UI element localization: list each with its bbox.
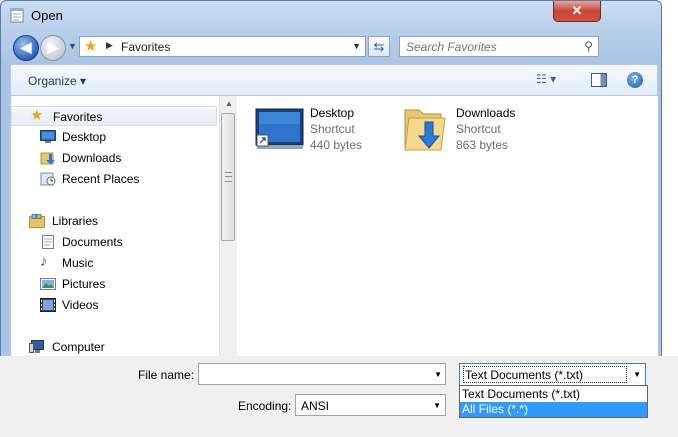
forward-arrow-icon: ▶ [47,39,59,55]
encoding-dropdown-icon[interactable]: ▼ [433,401,441,410]
downloads-folder-icon [404,109,446,151]
back-button[interactable]: ◀ [13,35,39,61]
desktop-icon [40,130,56,143]
file-size: 863 bytes [456,138,509,152]
back-arrow-icon: ◀ [20,39,32,55]
computer-icon [29,340,44,353]
close-icon: ✕ [571,3,583,18]
search-box[interactable]: ⚲ [399,36,599,57]
breadcrumb-favorites[interactable]: Favorites [121,40,170,54]
change-view-icon[interactable]: ☷ ▾ [536,72,566,88]
notepad-icon [10,8,24,23]
file-size: 440 bytes [310,138,363,152]
file-type-option-all-files[interactable]: All Files (*.*) [460,402,647,417]
file-name-label: File name: [138,368,195,382]
recent-places-icon [40,172,56,186]
sidebar-item-label: Downloads [62,151,122,165]
refresh-button[interactable]: ⇆ [368,36,390,57]
forward-button[interactable]: ▶ [40,35,66,61]
address-bar[interactable]: ★ ▶ Favorites ▼ [79,36,366,57]
file-name: Downloads [456,106,516,120]
sidebar-item-libraries[interactable]: Libraries [11,211,217,231]
file-list-pane: Desktop Shortcut 440 bytes Downloads Sho… [237,96,658,357]
sidebar-item-label: Music [62,256,94,270]
file-name-dropdown-icon[interactable]: ▼ [434,370,442,379]
downloads-icon [40,152,55,165]
sidebar-item-label: Documents [62,235,123,249]
navigation-pane: ★ Favorites Desktop Downloads Recent Pla… [10,96,237,357]
navigation-scrollbar[interactable]: ▲ [219,96,237,357]
sidebar-item-desktop[interactable]: Desktop [11,127,217,147]
command-toolbar: Organize ▾ ☷ ▾ ? [10,64,658,96]
file-type: Shortcut [456,122,501,136]
videos-icon [40,298,56,312]
encoding-label: Encoding: [238,399,292,413]
star-icon: ★ [30,107,44,124]
refresh-icon: ⇆ [373,39,385,54]
scroll-up-icon[interactable]: ▲ [225,99,233,108]
sidebar-item-pictures[interactable]: Pictures [11,274,217,294]
sidebar-item-computer[interactable]: Computer [11,337,217,357]
pictures-icon [40,278,56,290]
sidebar-item-label: Recent Places [62,172,140,186]
sidebar-item-label: Computer [52,340,105,354]
file-item-desktop[interactable]: Desktop Shortcut 440 bytes [255,104,395,164]
encoding-select[interactable]: ANSI ▼ [295,394,446,416]
window-title: Open [31,8,63,23]
sidebar-item-label: Favorites [53,110,103,124]
sidebar-item-music[interactable]: ♪ Music [11,253,217,273]
desktop-shortcut-icon [255,108,304,149]
close-button[interactable]: ✕ [553,1,601,22]
documents-icon [42,235,54,249]
sidebar-item-downloads[interactable]: Downloads [11,148,217,168]
sidebar-item-documents[interactable]: Documents [11,232,217,252]
navigation-bar: ◀ ▶ ▼ ★ ▶ Favorites ▼ ⇆ ⚲ [1,33,661,61]
file-type-dropdown-list: Text Documents (*.txt) All Files (*.*) [459,385,648,418]
sidebar-item-label: Videos [62,298,99,312]
file-type-dropdown-icon[interactable]: ▼ [633,370,641,379]
file-type-option-txt[interactable]: Text Documents (*.txt) [460,387,647,402]
scroll-grip-icon [225,172,232,182]
music-icon: ♪ [40,253,48,270]
file-type-value[interactable]: Text Documents (*.txt) [463,366,627,383]
file-type-select[interactable]: Text Documents (*.txt) ▼ [459,363,646,386]
scrollbar-thumb[interactable] [221,113,235,241]
file-name: Desktop [310,106,355,120]
sidebar-item-label: Desktop [62,130,107,144]
help-icon[interactable]: ? [627,72,643,88]
sidebar-item-videos[interactable]: Videos [11,295,217,315]
encoding-value[interactable]: ANSI [301,399,329,413]
breadcrumb-separator-icon[interactable]: ▶ [106,40,113,51]
favorites-star-icon: ★ [84,38,98,55]
sidebar-item-label: Libraries [52,214,99,228]
file-type: Shortcut [310,122,355,136]
preview-pane-icon[interactable] [591,73,607,87]
sidebar-item-label: Pictures [62,277,106,291]
title-bar[interactable]: Open ✕ [1,1,661,31]
sidebar-item-favorites[interactable]: ★ Favorites [11,106,217,126]
organize-menu-button[interactable]: Organize ▾ [28,74,86,88]
file-name-combobox[interactable]: ▼ [198,363,446,385]
search-input[interactable] [400,37,576,56]
address-dropdown-icon[interactable]: ▼ [352,41,361,51]
sidebar-item-recent-places[interactable]: Recent Places [11,169,217,189]
libraries-icon [29,214,45,228]
file-item-downloads[interactable]: Downloads Shortcut 863 bytes [401,104,541,164]
search-icon[interactable]: ⚲ [584,39,593,53]
recent-locations-dropdown-icon[interactable]: ▼ [68,41,77,51]
